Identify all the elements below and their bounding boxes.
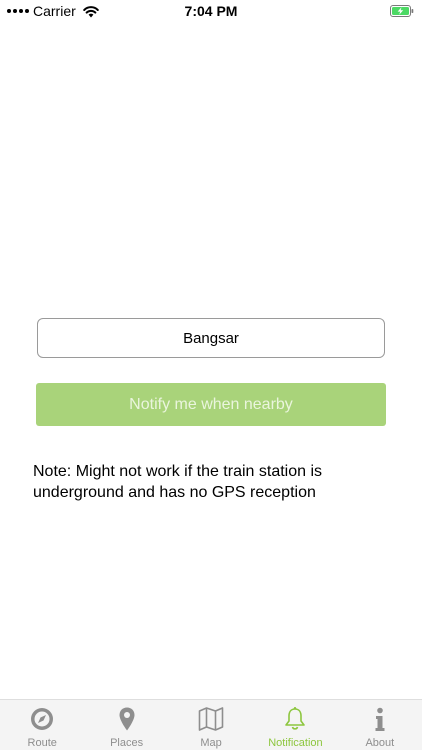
status-bar: Carrier 7:04 PM [0,0,422,22]
info-icon [375,707,385,731]
battery-charging-icon [390,5,414,17]
tab-route[interactable]: Route [0,700,84,750]
notify-button-label: Notify me when nearby [129,395,293,413]
tab-route-label: Route [27,737,57,749]
tab-map[interactable]: Map [169,700,253,750]
tab-places-label: Places [110,737,144,749]
gps-note: Note: Might not work if the train statio… [33,463,323,501]
tab-about[interactable]: About [338,700,422,750]
notify-button[interactable]: Notify me when nearby [36,383,386,426]
tab-notification[interactable]: Notification [253,700,337,750]
station-input[interactable]: Bangsar [37,318,385,358]
map-pin-icon [119,707,135,731]
status-time: 7:04 PM [184,3,238,19]
tab-places[interactable]: Places [84,700,168,750]
map-icon [198,707,224,731]
tab-notification-label: Notification [268,737,323,749]
station-value: Bangsar [183,329,239,347]
compass-icon [31,708,54,730]
bell-icon [285,707,306,730]
tab-about-label: About [365,737,395,749]
tab-map-label: Map [200,737,222,749]
tab-bar: Route Places Map Notification About [0,699,422,750]
notification-screen: Carrier 7:04 PM Bangsar Notify me when n… [0,0,422,750]
